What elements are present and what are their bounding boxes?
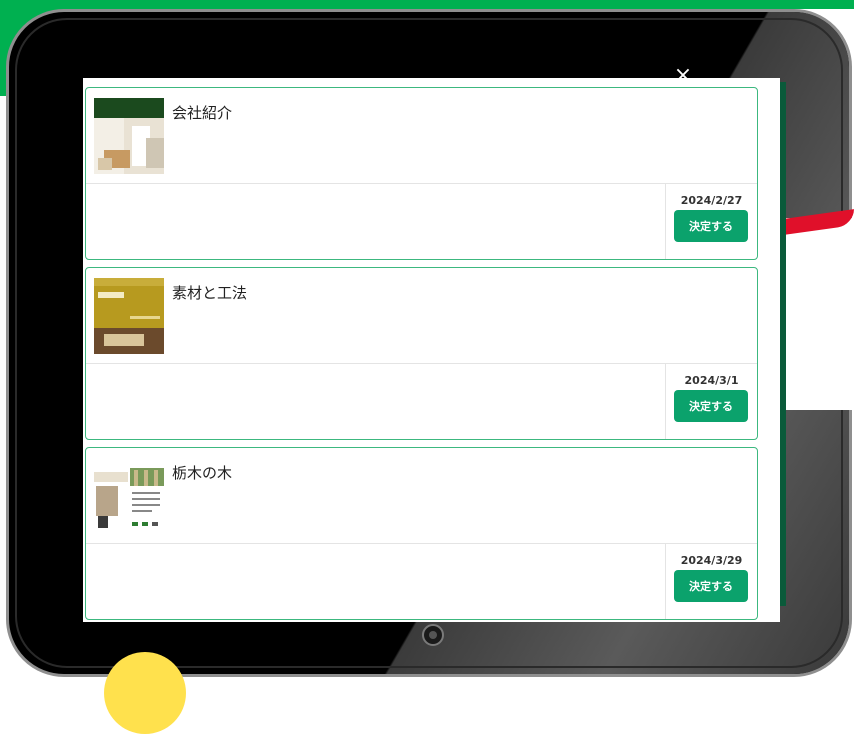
home-button-dot	[429, 631, 437, 639]
document-card: 栃木の木 2024/3/29 決定する	[85, 447, 758, 620]
document-date: 2024/3/1	[684, 374, 739, 387]
card-action-column: 2024/3/1 決定する	[665, 364, 757, 439]
document-card: 素材と工法 2024/3/1 決定する	[85, 267, 758, 440]
document-title: 素材と工法	[172, 284, 248, 302]
document-date: 2024/3/29	[680, 554, 743, 567]
top-green-bar	[0, 0, 854, 9]
card-header: 会社紹介	[86, 88, 757, 184]
card-action-column: 2024/3/29 決定する	[665, 544, 757, 619]
background-page-fragment	[784, 218, 854, 410]
tablet-home-button	[422, 624, 444, 646]
card-footer: 2024/2/27 決定する	[86, 184, 757, 259]
document-date: 2024/2/27	[680, 194, 743, 207]
document-card: 会社紹介 2024/2/27 決定する	[85, 87, 758, 260]
document-thumbnail	[94, 278, 164, 354]
background-yellow-circle	[104, 652, 186, 734]
card-header: 栃木の木	[86, 448, 757, 544]
card-action-column: 2024/2/27 決定する	[665, 184, 757, 259]
document-select-modal: 会社紹介 2024/2/27 決定する 素材と工法 2024/3/1 決定する …	[83, 78, 780, 622]
document-title: 会社紹介	[172, 104, 233, 122]
card-footer: 2024/3/29 決定する	[86, 544, 757, 619]
document-thumbnail	[94, 458, 164, 534]
decide-button[interactable]: 決定する	[674, 570, 748, 602]
document-title: 栃木の木	[172, 464, 233, 482]
decide-button[interactable]: 決定する	[674, 210, 748, 242]
card-footer: 2024/3/1 決定する	[86, 364, 757, 439]
document-thumbnail	[94, 98, 164, 174]
decide-button[interactable]: 決定する	[674, 390, 748, 422]
card-header: 素材と工法	[86, 268, 757, 364]
